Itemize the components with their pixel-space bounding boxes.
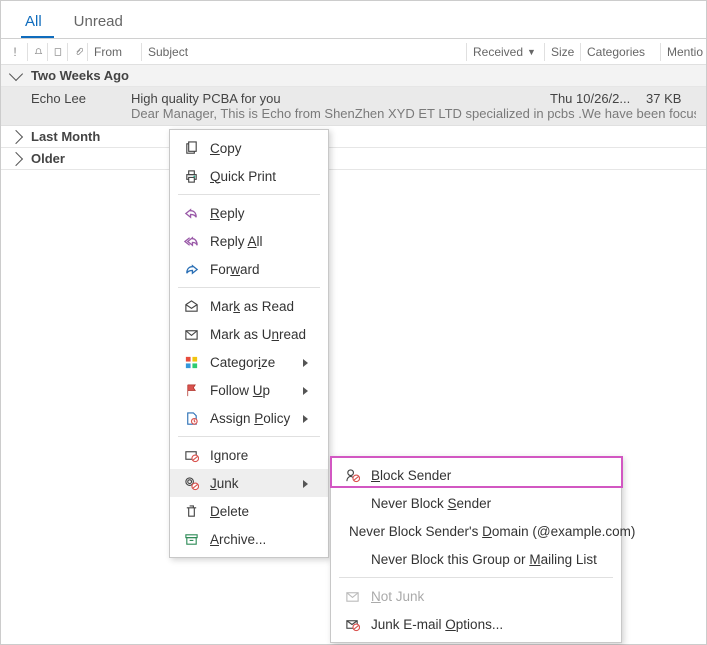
menu-separator — [178, 436, 320, 437]
policy-icon — [180, 411, 202, 426]
menu-separator — [178, 194, 320, 195]
menu-separator — [339, 577, 613, 578]
menu-reply-all[interactable]: Reply All — [170, 227, 328, 255]
copy-icon — [180, 141, 202, 156]
tab-all[interactable]: All — [21, 7, 54, 38]
reply-icon — [180, 206, 202, 221]
group-two-weeks-ago[interactable]: Two Weeks Ago — [1, 65, 706, 87]
menu-label: Forward — [210, 262, 308, 277]
menu-label: Reply All — [210, 234, 308, 249]
group-last-month[interactable]: Last Month — [1, 126, 706, 148]
menu-delete[interactable]: Delete — [170, 497, 328, 525]
col-received-label: Received — [473, 45, 523, 59]
sort-desc-icon: ▼ — [527, 47, 536, 57]
block-sender-icon — [341, 468, 363, 483]
submenu-arrow-icon — [303, 476, 308, 491]
menu-copy[interactable]: Copy — [170, 134, 328, 162]
menu-label: Ignore — [210, 448, 308, 463]
junk-submenu: Block Sender Never Block Sender Never Bl… — [330, 456, 622, 643]
menu-label: Mark as Read — [210, 299, 308, 314]
reply-all-icon — [180, 234, 202, 249]
menu-label: Assign Policy — [210, 411, 303, 426]
menu-separator — [178, 287, 320, 288]
menu-reply[interactable]: Reply — [170, 199, 328, 227]
chevron-right-icon — [9, 129, 23, 143]
menu-mark-read[interactable]: Mark as Read — [170, 292, 328, 320]
categorize-icon — [180, 355, 202, 370]
tab-unread[interactable]: Unread — [70, 7, 135, 38]
menu-junk[interactable]: Junk — [170, 469, 328, 497]
col-categories[interactable]: Categories — [580, 43, 660, 61]
submenu-never-block-group[interactable]: Never Block this Group or Mailing List — [331, 545, 621, 573]
menu-mark-unread[interactable]: Mark as Unread — [170, 320, 328, 348]
menu-label: Reply — [210, 206, 308, 221]
menu-quick-print[interactable]: Quick Print — [170, 162, 328, 190]
group-label: Two Weeks Ago — [31, 68, 129, 83]
submenu-arrow-icon — [303, 355, 308, 370]
group-label: Older — [31, 151, 65, 166]
col-received[interactable]: Received ▼ — [466, 43, 544, 61]
col-subject[interactable]: Subject — [141, 43, 466, 61]
message-preview: Dear Manager, This is Echo from ShenZhen… — [31, 106, 696, 121]
submenu-arrow-icon — [303, 411, 308, 426]
menu-label: Junk E-mail Options... — [371, 617, 601, 632]
menu-label: Not Junk — [371, 589, 601, 604]
filter-tabs: All Unread — [1, 1, 706, 39]
ignore-icon — [180, 448, 202, 463]
menu-follow-up[interactable]: Follow Up — [170, 376, 328, 404]
message-from: Echo Lee — [31, 91, 131, 106]
menu-label: Never Block Sender's Domain (@example.co… — [349, 524, 635, 539]
menu-assign-policy[interactable]: Assign Policy — [170, 404, 328, 432]
envelope-icon — [180, 327, 202, 342]
reminder-icon[interactable] — [27, 43, 43, 61]
col-from[interactable]: From — [87, 43, 141, 61]
col-size[interactable]: Size — [544, 43, 580, 61]
menu-label: Copy — [210, 141, 308, 156]
menu-label: Never Block Sender — [371, 496, 601, 511]
message-row[interactable]: Echo Lee High quality PCBA for you Thu 1… — [1, 87, 706, 126]
submenu-not-junk: Not Junk — [331, 582, 621, 610]
item-type-icon[interactable] — [47, 43, 63, 61]
menu-ignore[interactable]: Ignore — [170, 441, 328, 469]
forward-icon — [180, 262, 202, 277]
archive-icon — [180, 532, 202, 547]
message-size: 37 KB — [646, 91, 696, 106]
submenu-arrow-icon — [303, 383, 308, 398]
menu-label: Junk — [210, 476, 303, 491]
menu-forward[interactable]: Forward — [170, 255, 328, 283]
junk-icon — [180, 476, 202, 491]
menu-label: Follow Up — [210, 383, 303, 398]
menu-archive[interactable]: Archive... — [170, 525, 328, 553]
menu-label: Mark as Unread — [210, 327, 308, 342]
submenu-never-block-domain[interactable]: Never Block Sender's Domain (@example.co… — [331, 517, 621, 545]
not-junk-icon — [341, 589, 363, 604]
menu-label: Block Sender — [371, 468, 601, 483]
col-mentions[interactable]: Mentio — [660, 43, 706, 61]
message-subject: High quality PCBA for you — [131, 91, 550, 106]
menu-label: Categorize — [210, 355, 303, 370]
chevron-right-icon — [9, 151, 23, 165]
menu-label: Archive... — [210, 532, 308, 547]
message-received: Thu 10/26/2... — [550, 91, 646, 106]
importance-icon[interactable]: ! — [7, 45, 23, 59]
print-icon — [180, 169, 202, 184]
menu-label: Quick Print — [210, 169, 308, 184]
menu-label: Never Block this Group or Mailing List — [371, 552, 601, 567]
context-menu: Copy Quick Print Reply Reply All Forward… — [169, 129, 329, 558]
group-older[interactable]: Older — [1, 148, 706, 170]
envelope-open-icon — [180, 299, 202, 314]
column-headers: ! From Subject Received ▼ Size Categorie… — [1, 39, 706, 65]
group-label: Last Month — [31, 129, 100, 144]
attachment-icon[interactable] — [67, 43, 83, 61]
menu-categorize[interactable]: Categorize — [170, 348, 328, 376]
submenu-junk-options[interactable]: Junk E-mail Options... — [331, 610, 621, 638]
chevron-down-icon — [9, 66, 23, 80]
flag-icon — [180, 383, 202, 398]
menu-label: Delete — [210, 504, 308, 519]
junk-options-icon — [341, 617, 363, 632]
delete-icon — [180, 504, 202, 519]
submenu-block-sender[interactable]: Block Sender — [331, 461, 621, 489]
submenu-never-block-sender[interactable]: Never Block Sender — [331, 489, 621, 517]
